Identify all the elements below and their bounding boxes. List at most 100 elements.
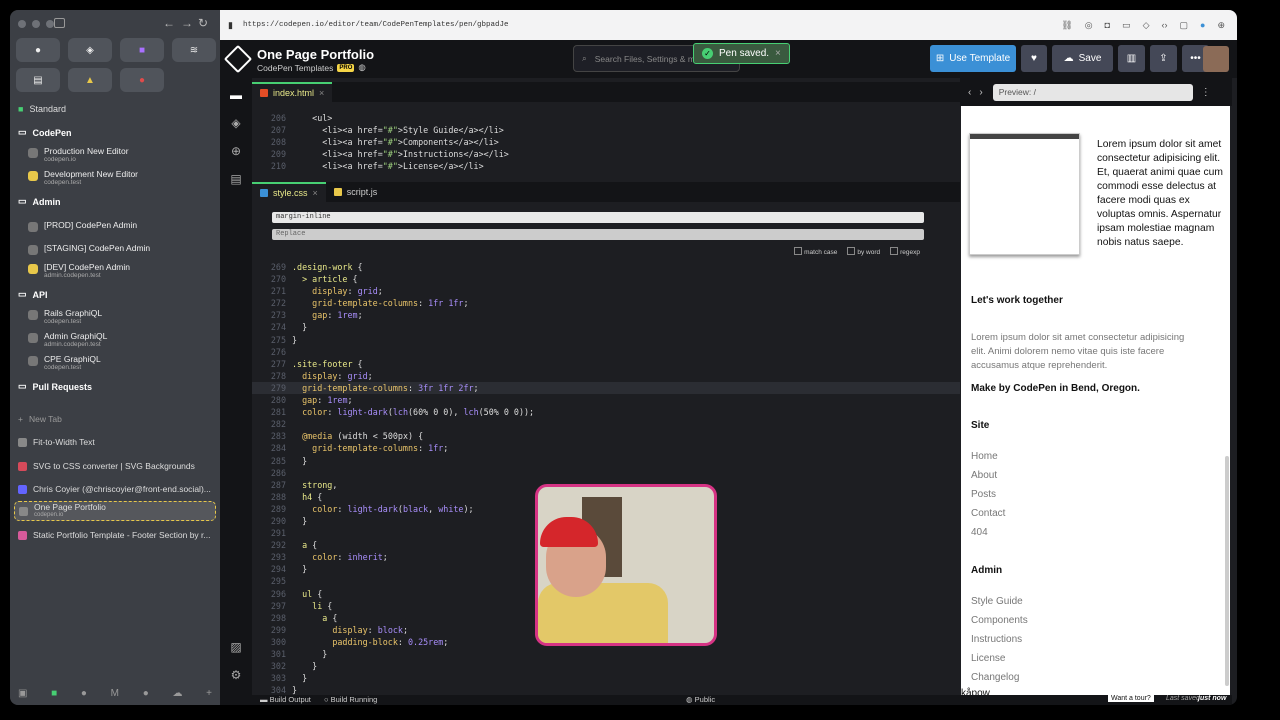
preview-scrollbar[interactable]	[1225, 456, 1229, 686]
template-icon: ⊞	[935, 53, 945, 64]
codepen-logo-icon[interactable]	[223, 44, 253, 74]
target-icon[interactable]: ⊕	[1217, 20, 1225, 31]
back-icon[interactable]: ←	[163, 16, 175, 30]
tab-one-page-portfolio[interactable]: One Page Portfolio codepen.io	[14, 501, 216, 521]
chat-icon[interactable]: ▤	[230, 172, 241, 186]
space-m-icon[interactable]: M	[111, 688, 119, 699]
sidebar-item-admin-graphiql[interactable]: Admin GraphiQL admin.codepen.test	[28, 331, 213, 349]
admin-link-instructions[interactable]: Instructions	[971, 634, 1022, 645]
camera-icon[interactable]: ◘	[1105, 20, 1110, 31]
url-bar[interactable]: ▮ https://codepen.io/editor/team/CodePen…	[220, 10, 1237, 40]
image-icon[interactable]: ▭	[1122, 20, 1131, 31]
sidebar-item-prod-admin[interactable]: [PROD] CodePen Admin	[28, 220, 213, 232]
sidebar-item-dev-editor[interactable]: Development New Editor codepen.test	[28, 169, 213, 187]
space-icon[interactable]: ■	[51, 688, 57, 699]
codepen-icon[interactable]: ◈	[68, 38, 112, 62]
css-file-icon	[260, 189, 268, 197]
close-icon[interactable]: ×	[313, 188, 318, 198]
forward-icon[interactable]: →	[181, 16, 193, 30]
dev-icon[interactable]: ◇	[1143, 20, 1150, 31]
add-space-icon[interactable]: +	[206, 688, 212, 699]
folder-pull-requests[interactable]: ▭ Pull Requests	[18, 381, 92, 392]
more-icon[interactable]: ⋮	[1201, 87, 1211, 98]
github-icon[interactable]: ●	[16, 38, 60, 62]
reload-icon[interactable]: ↻	[198, 16, 208, 30]
tab-svg-to-css[interactable]: SVG to CSS converter | SVG Backgrounds	[18, 461, 214, 471]
match-case-checkbox[interactable]: match case	[794, 247, 837, 256]
tour-button[interactable]: Want a tour?	[1108, 695, 1154, 702]
replace-input[interactable]: Replace	[272, 229, 924, 240]
chevron-right-icon[interactable]: ›	[979, 87, 982, 98]
site-link-posts[interactable]: Posts	[971, 489, 996, 500]
space-cloud-icon[interactable]: ☁	[172, 688, 182, 699]
share-button[interactable]: ⇪	[1150, 45, 1177, 72]
codepen-header: One Page Portfolio CodePen Templates PRO ◍…	[220, 40, 1237, 78]
tab-style-css[interactable]: style.css ×	[252, 182, 326, 202]
folder-icon[interactable]: ▬	[230, 88, 242, 102]
stack-icon[interactable]: ≋	[172, 38, 216, 62]
admin-link-components[interactable]: Components	[971, 615, 1028, 626]
preview-url-input[interactable]: Preview: /	[992, 83, 1193, 101]
folder-icon: ▭	[18, 381, 27, 391]
use-template-button[interactable]: ⊞ Use Template	[930, 45, 1016, 72]
folder-admin[interactable]: ▭ Admin	[18, 196, 61, 207]
color-icon[interactable]: ●	[1200, 20, 1205, 31]
site-icon	[18, 461, 27, 471]
save-button[interactable]: ☁ Save	[1052, 45, 1113, 72]
image-icon[interactable]: ▨	[230, 640, 241, 654]
twitch-icon[interactable]: ■	[120, 38, 164, 62]
chevron-left-icon[interactable]: ‹	[968, 87, 971, 98]
folder-codepen[interactable]: ▭ CodePen	[18, 127, 72, 138]
tab-index-html[interactable]: index.html ×	[252, 82, 333, 102]
space-circle-icon[interactable]: ●	[143, 688, 149, 699]
regexp-checkbox[interactable]: regexp	[890, 247, 920, 256]
layout-button[interactable]: ▥	[1118, 45, 1145, 72]
sidebar-item-dev-admin[interactable]: [DEV] CodePen Admin admin.codepen.test	[28, 262, 213, 280]
site-icon	[18, 530, 27, 540]
site-link-about[interactable]: About	[971, 470, 997, 481]
extension-icon[interactable]: ◎	[1085, 20, 1093, 31]
settings-icon[interactable]: ⚙	[231, 668, 242, 682]
folder-api[interactable]: ▭ API	[18, 289, 48, 300]
site-link-404[interactable]: 404	[971, 527, 988, 538]
standard-section[interactable]: ■ Standard	[18, 104, 66, 114]
tab-static-portfolio[interactable]: Static Portfolio Template - Footer Secti…	[18, 530, 214, 540]
sidebar-item-prod-editor[interactable]: Production New Editor codepen.io	[28, 146, 213, 164]
chart-icon[interactable]: ▲	[68, 68, 112, 92]
sidebar-item-staging-admin[interactable]: [STAGING] CodePen Admin	[28, 243, 213, 255]
admin-link-license[interactable]: License	[971, 653, 1005, 664]
record-icon[interactable]: ●	[120, 68, 164, 92]
avatar[interactable]	[1203, 46, 1229, 72]
new-tab-button[interactable]: + New Tab	[18, 414, 214, 424]
pen-title[interactable]: One Page Portfolio	[257, 47, 374, 62]
build-output-button[interactable]: ▬ Build Output	[260, 695, 311, 704]
space-dot-icon[interactable]: ●	[81, 688, 87, 699]
sidebar-item-rails-graphiql[interactable]: Rails GraphiQL codepen.test	[28, 308, 213, 326]
site-link-contact[interactable]: Contact	[971, 508, 1005, 519]
admin-link-style-guide[interactable]: Style Guide	[971, 596, 1023, 607]
visibility-toggle[interactable]: ◍ Public	[686, 695, 715, 704]
admin-link-changelog[interactable]: Changelog	[971, 672, 1019, 683]
tab-script-js[interactable]: script.js	[326, 182, 386, 202]
close-icon[interactable]: ×	[319, 88, 324, 98]
screenshot-icon[interactable]: ▢	[1180, 20, 1189, 31]
sidebar-toggle-icon[interactable]	[54, 18, 65, 28]
layers-icon[interactable]: ◈	[231, 116, 240, 130]
tab-fit-to-width[interactable]: Fit-to-Width Text	[18, 437, 214, 447]
window-controls[interactable]	[18, 20, 54, 28]
find-input[interactable]: margin-inline	[272, 212, 924, 223]
doc-icon[interactable]: ▤	[16, 68, 60, 92]
close-icon[interactable]: ×	[775, 48, 781, 59]
html-code[interactable]: 206 <ul> 207 <li><a href="#">Style Guide…	[252, 112, 960, 172]
code-icon[interactable]: ‹›	[1162, 20, 1168, 31]
site-link-home[interactable]: Home	[971, 451, 998, 462]
webcam-overlay[interactable]	[535, 484, 717, 646]
tab-mastodon[interactable]: Chris Coyier (@chriscoyier@front-end.soc…	[18, 484, 214, 494]
link-icon[interactable]: ⛓	[1061, 20, 1072, 31]
by-word-checkbox[interactable]: by word	[847, 247, 880, 256]
mastodon-icon	[18, 484, 27, 494]
sidebar-item-cpe-graphiql[interactable]: CPE GraphiQL codepen.test	[28, 354, 213, 372]
archive-icon[interactable]: ▣	[18, 688, 27, 699]
heart-button[interactable]: ♥	[1021, 45, 1047, 72]
add-user-icon[interactable]: ⊕	[231, 144, 241, 158]
